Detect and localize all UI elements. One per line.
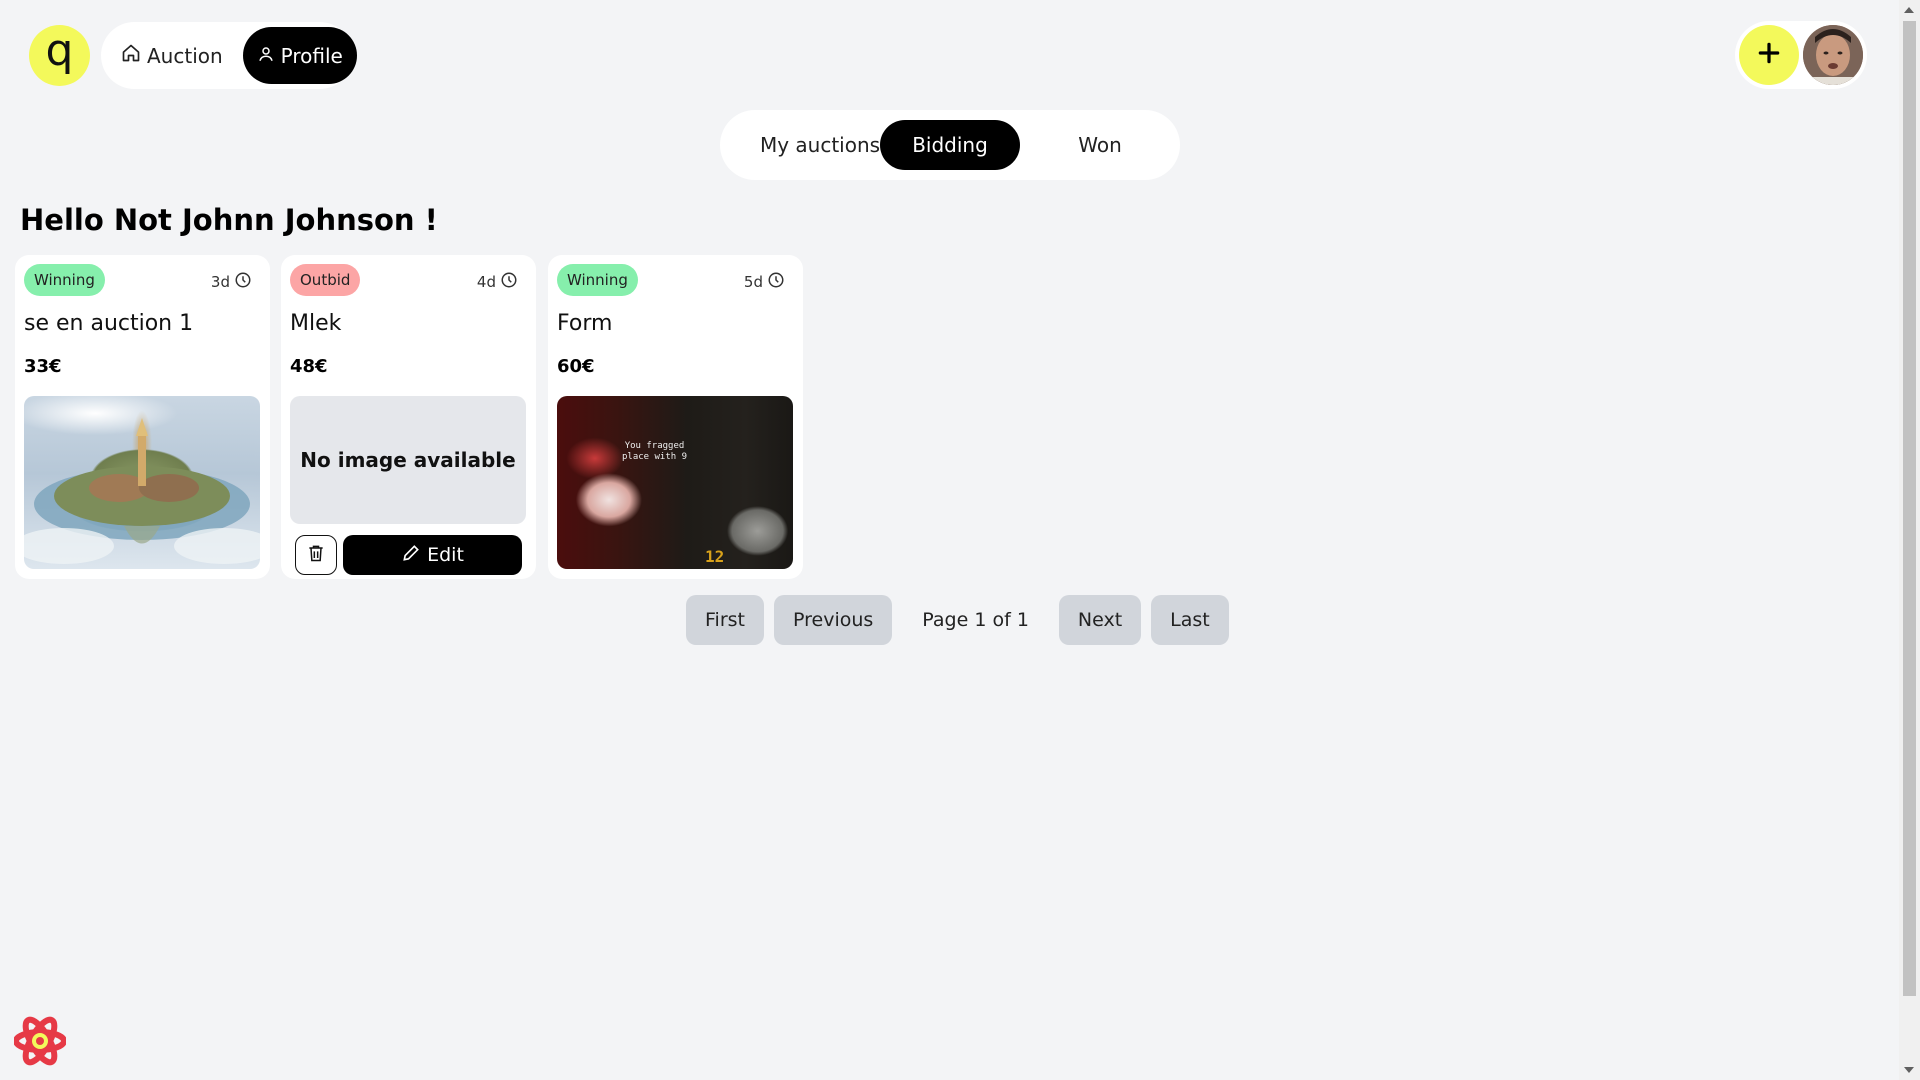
nav-profile[interactable]: Profile <box>242 27 357 84</box>
auction-card[interactable]: Winning 5d Form 60€ You fragged place wi… <box>548 255 803 579</box>
clock-icon <box>767 271 785 293</box>
user-icon <box>257 44 275 68</box>
auction-card[interactable]: Winning 3d se en auction 1 33€ <box>15 255 270 579</box>
scroll-up-arrow-icon[interactable] <box>1904 7 1914 13</box>
edit-button[interactable]: Edit <box>343 535 522 575</box>
plus-icon <box>1756 40 1782 70</box>
pagination: First Previous Page 1 of 1 Next Last <box>686 595 1229 645</box>
auction-card[interactable]: Outbid 4d Mlek 48€ No image available Ed… <box>281 255 536 579</box>
edit-label: Edit <box>427 544 464 566</box>
pencil-icon <box>401 543 421 568</box>
nav-auction[interactable]: Auction <box>107 27 237 84</box>
page-title: Hello Not Johnn Johnson ! <box>20 203 438 237</box>
home-icon <box>121 43 141 68</box>
next-page-button[interactable]: Next <box>1058 595 1142 645</box>
time-left-value: 3d <box>210 273 230 291</box>
auction-price: 33€ <box>24 356 62 377</box>
clock-icon <box>234 271 252 293</box>
tab-won[interactable]: Won <box>1040 120 1160 170</box>
auction-tabs: My auctions Bidding Won <box>720 110 1180 180</box>
main-nav: Auction Profile <box>101 22 357 89</box>
time-left: 4d <box>477 271 518 293</box>
clock-icon <box>500 271 518 293</box>
add-auction-button[interactable] <box>1739 25 1799 85</box>
auction-title: Mlek <box>290 311 342 336</box>
nav-auction-label: Auction <box>147 43 223 68</box>
time-left: 5d <box>744 271 785 293</box>
status-badge: Outbid <box>290 264 361 296</box>
tab-bidding[interactable]: Bidding <box>880 120 1020 170</box>
scrollbar-thumb[interactable] <box>1903 21 1916 996</box>
auction-image <box>24 396 260 569</box>
first-page-button[interactable]: First <box>686 595 764 645</box>
game-message-line2: place with 9 <box>622 452 688 462</box>
auction-image: You fragged place with 9 12 <box>557 396 793 569</box>
react-devtools-icon[interactable] <box>13 1016 67 1066</box>
game-message-line1: You fragged <box>624 441 685 451</box>
game-hud: 12 <box>705 547 725 566</box>
scroll-down-arrow-icon[interactable] <box>1904 1067 1914 1073</box>
time-left-value: 5d <box>743 273 763 291</box>
previous-page-button[interactable]: Previous <box>774 595 893 645</box>
avatar[interactable] <box>1803 25 1863 85</box>
card-actions: Edit <box>295 535 522 575</box>
game-message: You fragged place with 9 <box>622 441 687 463</box>
auction-price: 60€ <box>557 356 595 377</box>
auction-title: Form <box>557 311 613 336</box>
last-page-button[interactable]: Last <box>1151 595 1229 645</box>
time-left-value: 4d <box>476 273 496 291</box>
nav-profile-label: Profile <box>280 43 343 68</box>
auction-price: 48€ <box>290 356 328 377</box>
tab-my-auctions[interactable]: My auctions <box>736 120 904 170</box>
auction-title: se en auction 1 <box>24 311 194 336</box>
time-left: 3d <box>211 271 252 293</box>
page-indicator: Page 1 of 1 <box>922 609 1029 631</box>
no-image-placeholder: No image available <box>290 396 526 524</box>
trash-icon <box>306 542 326 568</box>
delete-button[interactable] <box>295 535 337 575</box>
status-badge: Winning <box>24 264 105 296</box>
status-badge: Winning <box>557 264 638 296</box>
app-logo[interactable]: q <box>29 25 90 86</box>
